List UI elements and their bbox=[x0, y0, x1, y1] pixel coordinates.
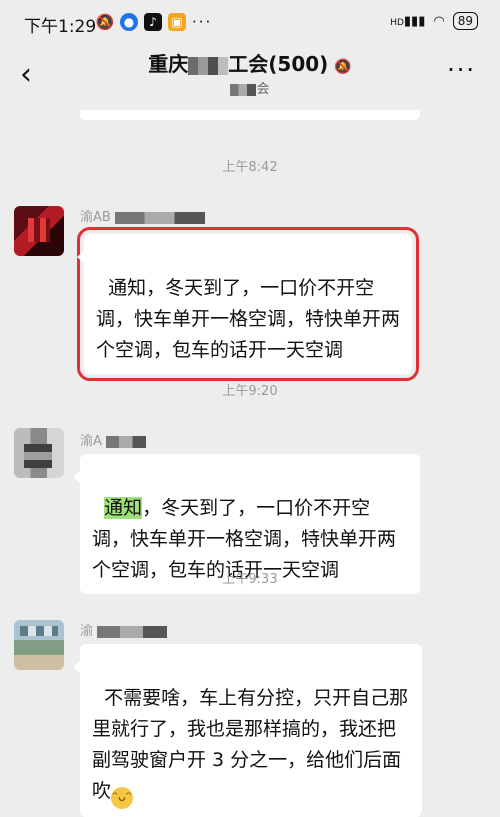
wifi-icon: ◠ bbox=[433, 13, 445, 29]
mosaic-redaction bbox=[230, 83, 257, 96]
title-suffix: 工会(500) bbox=[228, 52, 329, 76]
chat-header: ‹ 重庆 工会(500) 🔕 会 ··· bbox=[0, 40, 500, 110]
sender-name: 渝A bbox=[80, 430, 147, 449]
sender-name: 渝AB bbox=[80, 206, 205, 225]
note-app-icon: ▣ bbox=[168, 13, 186, 31]
more-icon[interactable]: ··· bbox=[447, 56, 476, 84]
timestamp: 上午8:42 bbox=[222, 160, 278, 175]
sender-name: 渝 bbox=[80, 620, 168, 639]
avatar[interactable] bbox=[14, 620, 64, 670]
mosaic-redaction bbox=[114, 211, 205, 224]
previous-message-bubble bbox=[80, 110, 420, 120]
timestamp: 上午9:33 bbox=[222, 572, 278, 587]
status-time: 下午1:29 bbox=[24, 17, 97, 37]
message-text: 不需要啥，车上有分控，只开自己那里就行了，我也是那样搞的，我还把副驾驶窗户开 3… bbox=[92, 687, 409, 802]
mosaic-redaction bbox=[106, 435, 147, 448]
subtitle-suffix: 会 bbox=[256, 82, 270, 97]
title-prefix: 重庆 bbox=[148, 52, 189, 76]
more-notifications-icon: ··· bbox=[192, 13, 213, 31]
avatar[interactable] bbox=[14, 206, 64, 256]
silent-icon: 🔕 bbox=[95, 13, 115, 31]
timestamp: 上午9:20 bbox=[222, 384, 278, 399]
avatar[interactable] bbox=[14, 428, 64, 478]
chat-subtitle: 会 bbox=[0, 78, 500, 97]
signal-icon: HD▮▮▮ bbox=[390, 13, 426, 29]
status-bar: 下午1:29 🔕 ● ♪ ▣ ··· HD▮▮▮ ◠ 89 bbox=[0, 0, 500, 40]
battery-icon: 89 bbox=[452, 12, 478, 30]
mosaic-redaction bbox=[97, 625, 168, 638]
notification-icons: 🔕 ● ♪ ▣ ··· bbox=[96, 13, 212, 31]
message-bubble[interactable]: 不需要啥，车上有分控，只开自己那里就行了，我也是那样搞的，我还把副驾驶窗户开 3… bbox=[73, 644, 422, 817]
mosaic-redaction bbox=[188, 56, 229, 75]
tiktok-icon: ♪ bbox=[144, 13, 162, 31]
message-bubble[interactable]: 通知，冬天到了，一口价不开空调，快车单开一格空调，特快单开两个空调，包车的话开一… bbox=[77, 227, 419, 381]
chat-title: 重庆 工会(500) 🔕 bbox=[0, 48, 500, 77]
highlighted-word: 通知 bbox=[104, 497, 143, 519]
system-indicators: HD▮▮▮ ◠ 89 bbox=[390, 12, 478, 30]
message-text: 通知，冬天到了，一口价不开空调，快车单开一格空调，特快单开两个空调，包车的话开一… bbox=[96, 277, 401, 361]
app-notification-icon: ● bbox=[120, 13, 138, 31]
mute-bell-icon: 🔕 bbox=[334, 59, 352, 75]
grin-emoji-icon: ᵔᴗᵔ bbox=[111, 787, 134, 809]
